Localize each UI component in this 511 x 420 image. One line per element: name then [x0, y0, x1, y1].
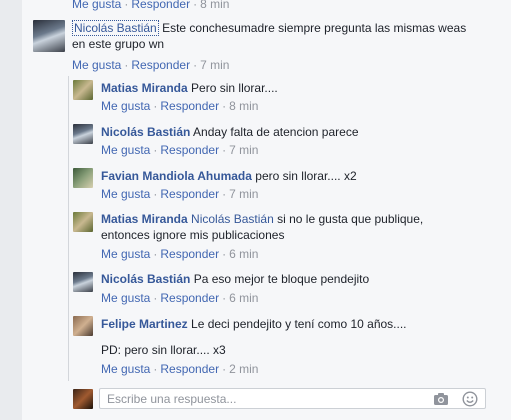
like-link[interactable]: Me gusta: [101, 247, 150, 261]
comment-actions: Me gusta · Responder · 7 min: [72, 58, 230, 72]
like-link[interactable]: Me gusta: [101, 99, 150, 113]
reply-author[interactable]: Felipe Martinez: [101, 317, 188, 331]
like-link[interactable]: Me gusta: [101, 143, 150, 157]
avatar[interactable]: [73, 124, 93, 144]
reply-link[interactable]: Responder: [131, 58, 190, 72]
reply-link[interactable]: Responder: [160, 187, 219, 201]
reply-body: Nicolás Bastián Pa eso mejor te bloque p…: [101, 271, 369, 287]
reply-text: Pero sin llorar....: [191, 81, 278, 95]
reply-author[interactable]: Matias Miranda: [101, 81, 188, 95]
reply-actions: Me gusta · Responder · 8 min: [101, 99, 259, 113]
timestamp: 8 min: [200, 0, 230, 11]
timestamp: 8 min: [229, 99, 259, 113]
reply-author[interactable]: Nicolás Bastián: [101, 272, 190, 286]
comment-body: Nicolás Bastián Este conchesumadre siemp…: [72, 20, 492, 52]
reply-body: Nicolás Bastián Anday falta de atencion …: [101, 124, 359, 140]
avatar[interactable]: [33, 20, 65, 52]
reply-link[interactable]: Responder: [160, 291, 219, 305]
mention-link[interactable]: Nicolás Bastián: [191, 212, 274, 226]
comment-text-continued: en este grupo wn: [72, 37, 165, 51]
timestamp: 7 min: [229, 187, 259, 201]
reply-composer: [99, 388, 486, 409]
timestamp: 7 min: [229, 143, 259, 157]
like-link[interactable]: Me gusta: [101, 362, 150, 376]
reply-body: Favian Mandiola Ahumada pero sin llorar.…: [101, 168, 357, 184]
timestamp: 2 min: [229, 362, 259, 376]
avatar[interactable]: [73, 168, 93, 188]
timestamp: 6 min: [229, 291, 259, 305]
reply-link[interactable]: Responder: [160, 247, 219, 261]
avatar[interactable]: [73, 272, 93, 292]
current-user-avatar[interactable]: [73, 389, 93, 409]
reply-text-postscript: PD: pero sin llorar.... x3: [101, 343, 226, 357]
reply-author[interactable]: Nicolás Bastián: [101, 125, 190, 139]
like-link[interactable]: Me gusta: [101, 187, 150, 201]
avatar[interactable]: [73, 316, 93, 336]
emoji-icon[interactable]: [462, 391, 478, 407]
comment-text: Este conchesumadre siempre pregunta las …: [162, 21, 467, 35]
timestamp: 6 min: [229, 247, 259, 261]
reply-input[interactable]: [100, 389, 427, 408]
reply-text: pero sin llorar.... x2: [255, 169, 357, 183]
reply-link[interactable]: Responder: [160, 99, 219, 113]
reply-actions: Me gusta · Responder · 6 min: [101, 247, 259, 261]
like-link[interactable]: Me gusta: [72, 58, 121, 72]
reply-text: si no le gusta que publique,: [277, 212, 424, 226]
reply-thread-line: [68, 76, 69, 381]
reply-author[interactable]: Favian Mandiola Ahumada: [101, 169, 252, 183]
avatar[interactable]: [73, 80, 93, 100]
reply-body: Matias Miranda Pero sin llorar....: [101, 80, 278, 96]
reply-link[interactable]: Responder: [131, 0, 190, 11]
reply-link[interactable]: Responder: [160, 143, 219, 157]
reply-author[interactable]: Matias Miranda: [101, 212, 188, 226]
like-link[interactable]: Me gusta: [72, 0, 121, 11]
previous-comment-actions: Me gusta · Responder · 8 min: [72, 0, 229, 11]
reply-actions: Me gusta · Responder · 7 min: [101, 187, 259, 201]
timestamp: 7 min: [200, 58, 230, 72]
avatar[interactable]: [73, 212, 93, 232]
reply-actions: Me gusta · Responder · 2 min: [101, 362, 259, 376]
reply-actions: Me gusta · Responder · 7 min: [101, 143, 259, 157]
reply-body: Matias Miranda Nicolás Bastián si no le …: [101, 211, 491, 243]
reply-actions: Me gusta · Responder · 6 min: [101, 291, 259, 305]
reply-link[interactable]: Responder: [160, 362, 219, 376]
reply-text: Pa eso mejor te bloque pendejito: [193, 272, 370, 286]
like-link[interactable]: Me gusta: [101, 291, 150, 305]
comment-author[interactable]: Nicolás Bastián: [72, 20, 159, 36]
reply-body: Felipe Martinez Le deci pendejito y tení…: [101, 316, 407, 332]
reply-text: Le deci pendejito y tení como 10 años...…: [191, 317, 407, 331]
reply-text-continued: entonces ignore mis publicaciones: [101, 228, 285, 242]
camera-icon[interactable]: [433, 391, 449, 407]
reply-text: Anday falta de atencion parece: [193, 125, 359, 139]
